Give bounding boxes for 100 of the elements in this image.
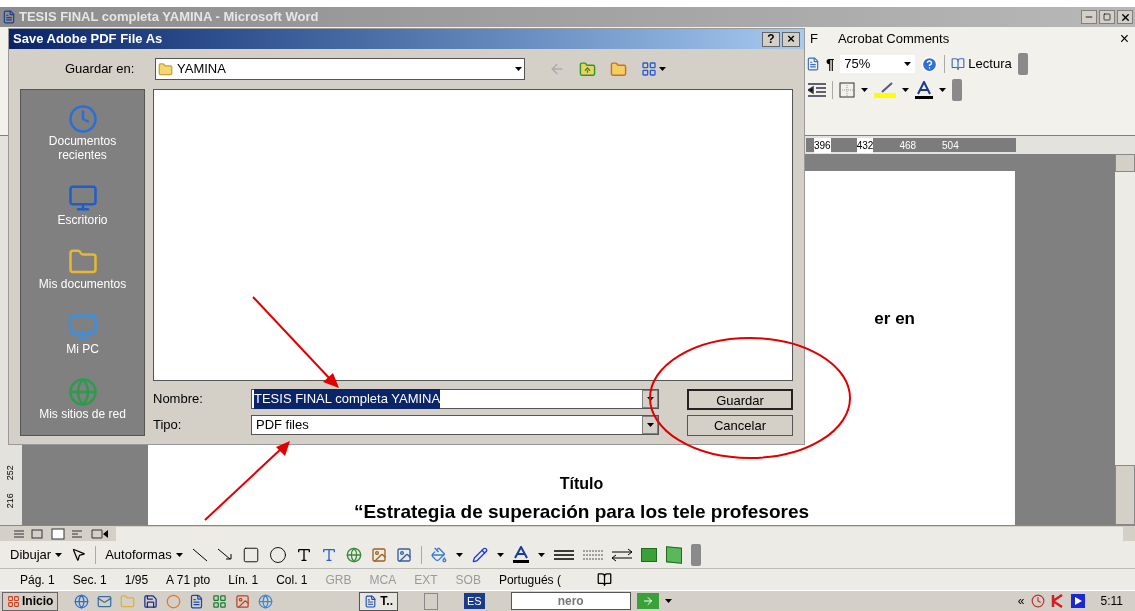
shadow-icon[interactable] [640, 547, 657, 562]
caret-icon [861, 88, 868, 92]
cancel-button[interactable]: Cancelar [687, 414, 793, 436]
zoom-combo[interactable]: 75% [840, 55, 916, 73]
status-item: Portugués ( [498, 571, 561, 589]
line-style-icon[interactable] [553, 548, 574, 561]
restore-icon [1103, 13, 1111, 21]
globe-icon[interactable] [258, 593, 274, 609]
dialog-close-button[interactable]: × [782, 31, 800, 47]
indent-icon[interactable] [808, 83, 826, 97]
caret-icon [659, 67, 666, 71]
file-name-field[interactable]: TESIS FINAL completa YAMINA [251, 389, 659, 409]
status-item: A 71 pto [166, 571, 211, 589]
status-item: Pág. 1 [20, 571, 55, 589]
font-color-icon[interactable] [915, 81, 933, 99]
vertical-scrollbar[interactable] [1115, 154, 1135, 525]
word-icon[interactable] [189, 593, 205, 609]
save-button[interactable]: Guardar [687, 388, 793, 410]
folder-icon [158, 61, 173, 77]
caret-icon [664, 599, 672, 603]
font-color-icon[interactable] [512, 546, 529, 563]
caret-icon [902, 88, 909, 92]
menu-item[interactable]: F [810, 29, 818, 49]
word-icon [2, 10, 16, 24]
save-in-label: Guardar en: [65, 60, 136, 79]
arrow-style-icon[interactable] [611, 547, 632, 562]
fill-color-icon[interactable] [430, 546, 447, 563]
word-icon [364, 594, 378, 608]
status-item: EXT [414, 571, 438, 589]
minimize-button[interactable] [1081, 10, 1097, 24]
caret-icon [175, 552, 183, 557]
ruler-label: 252 [4, 465, 17, 481]
save-in-combo[interactable]: YAMINA [155, 58, 525, 80]
document-text: Título [559, 473, 604, 494]
help-button[interactable]: ? [762, 31, 780, 47]
status-item: Col. 1 [276, 571, 308, 589]
caret-icon [515, 67, 522, 71]
start-button[interactable]: Inicio [2, 591, 59, 611]
close-button[interactable] [1117, 10, 1133, 24]
mail-icon[interactable] [97, 593, 113, 609]
place-item[interactable]: Mi PC [32, 312, 133, 357]
status-item: SOB [455, 571, 481, 589]
menu-close-button[interactable]: × [1119, 27, 1129, 51]
close-icon [1119, 11, 1131, 23]
ruler-label: 504 [942, 138, 959, 153]
task-button[interactable]: T.. [359, 591, 398, 611]
document-map-icon[interactable] [806, 57, 820, 71]
place-item[interactable]: Documentos recientes [32, 104, 133, 163]
search-box[interactable]: nero [510, 592, 631, 610]
browser-icon[interactable] [74, 593, 90, 609]
help-icon[interactable] [921, 55, 939, 73]
ruler-label: 216 [4, 492, 17, 508]
place-item[interactable]: Mis sitios de red [32, 376, 133, 421]
up-folder-icon[interactable] [579, 60, 596, 78]
status-item: GRB [325, 571, 352, 589]
draw-menu[interactable]: Dibujar [10, 544, 63, 565]
status-item: Lín. 1 [228, 571, 259, 589]
book-icon [951, 57, 966, 71]
dash-style-icon[interactable] [582, 548, 603, 561]
views-menu[interactable] [641, 61, 666, 77]
autoshapes-menu[interactable]: Autoformas [105, 544, 183, 565]
status-item: Sec. 1 [72, 571, 107, 589]
globe-icon [67, 376, 98, 407]
caret-icon [646, 397, 654, 401]
reading-button[interactable]: Lectura [951, 54, 1012, 74]
menu-item[interactable]: Acrobat Comments [837, 29, 950, 49]
dropdown-button[interactable] [642, 416, 658, 434]
toolbar-options-icon[interactable] [1017, 53, 1028, 75]
type-label: Tipo: [153, 416, 183, 435]
text-box-icon[interactable] [295, 546, 312, 563]
line-icon[interactable] [191, 547, 208, 562]
place-item[interactable]: Mis documentos [32, 247, 133, 292]
caret-icon [904, 62, 912, 66]
new-folder-icon[interactable] [610, 60, 627, 78]
rectangle-icon[interactable] [241, 545, 260, 564]
tray-icon[interactable] [1070, 594, 1085, 608]
status-item: MCA [369, 571, 397, 589]
place-item[interactable]: Escritorio [32, 182, 133, 227]
dialog-title: Save Adobe PDF File As [13, 30, 163, 49]
language-indicator[interactable]: ES [464, 592, 485, 610]
arrow-icon[interactable] [216, 547, 233, 562]
tray-expand-button[interactable]: « [1017, 592, 1025, 610]
floppy-icon[interactable] [143, 593, 159, 609]
ruler-label: 432 [856, 137, 874, 153]
file-type-combo[interactable]: PDF files [251, 415, 659, 435]
toolbar-options-icon[interactable] [690, 543, 701, 566]
line-color-icon[interactable] [471, 546, 488, 563]
horizontal-scrollbar[interactable] [116, 526, 1123, 541]
status-item: 1/95 [124, 571, 149, 589]
caret-icon [939, 88, 946, 92]
pointer-icon[interactable] [71, 547, 87, 562]
spelling-icon [596, 572, 612, 587]
pilcrow-button[interactable]: ¶ [826, 52, 835, 76]
picture-icon[interactable] [395, 546, 412, 563]
window-title: TESIS FINAL completa YAMINA - Microsoft Word [19, 8, 319, 27]
ruler-label: 396 [814, 137, 831, 153]
border-icon[interactable] [839, 82, 855, 98]
document-text: “Estrategia de superación para los tele profesores [353, 499, 810, 524]
oval-icon[interactable] [268, 545, 287, 564]
highlight-icon[interactable] [874, 82, 896, 98]
